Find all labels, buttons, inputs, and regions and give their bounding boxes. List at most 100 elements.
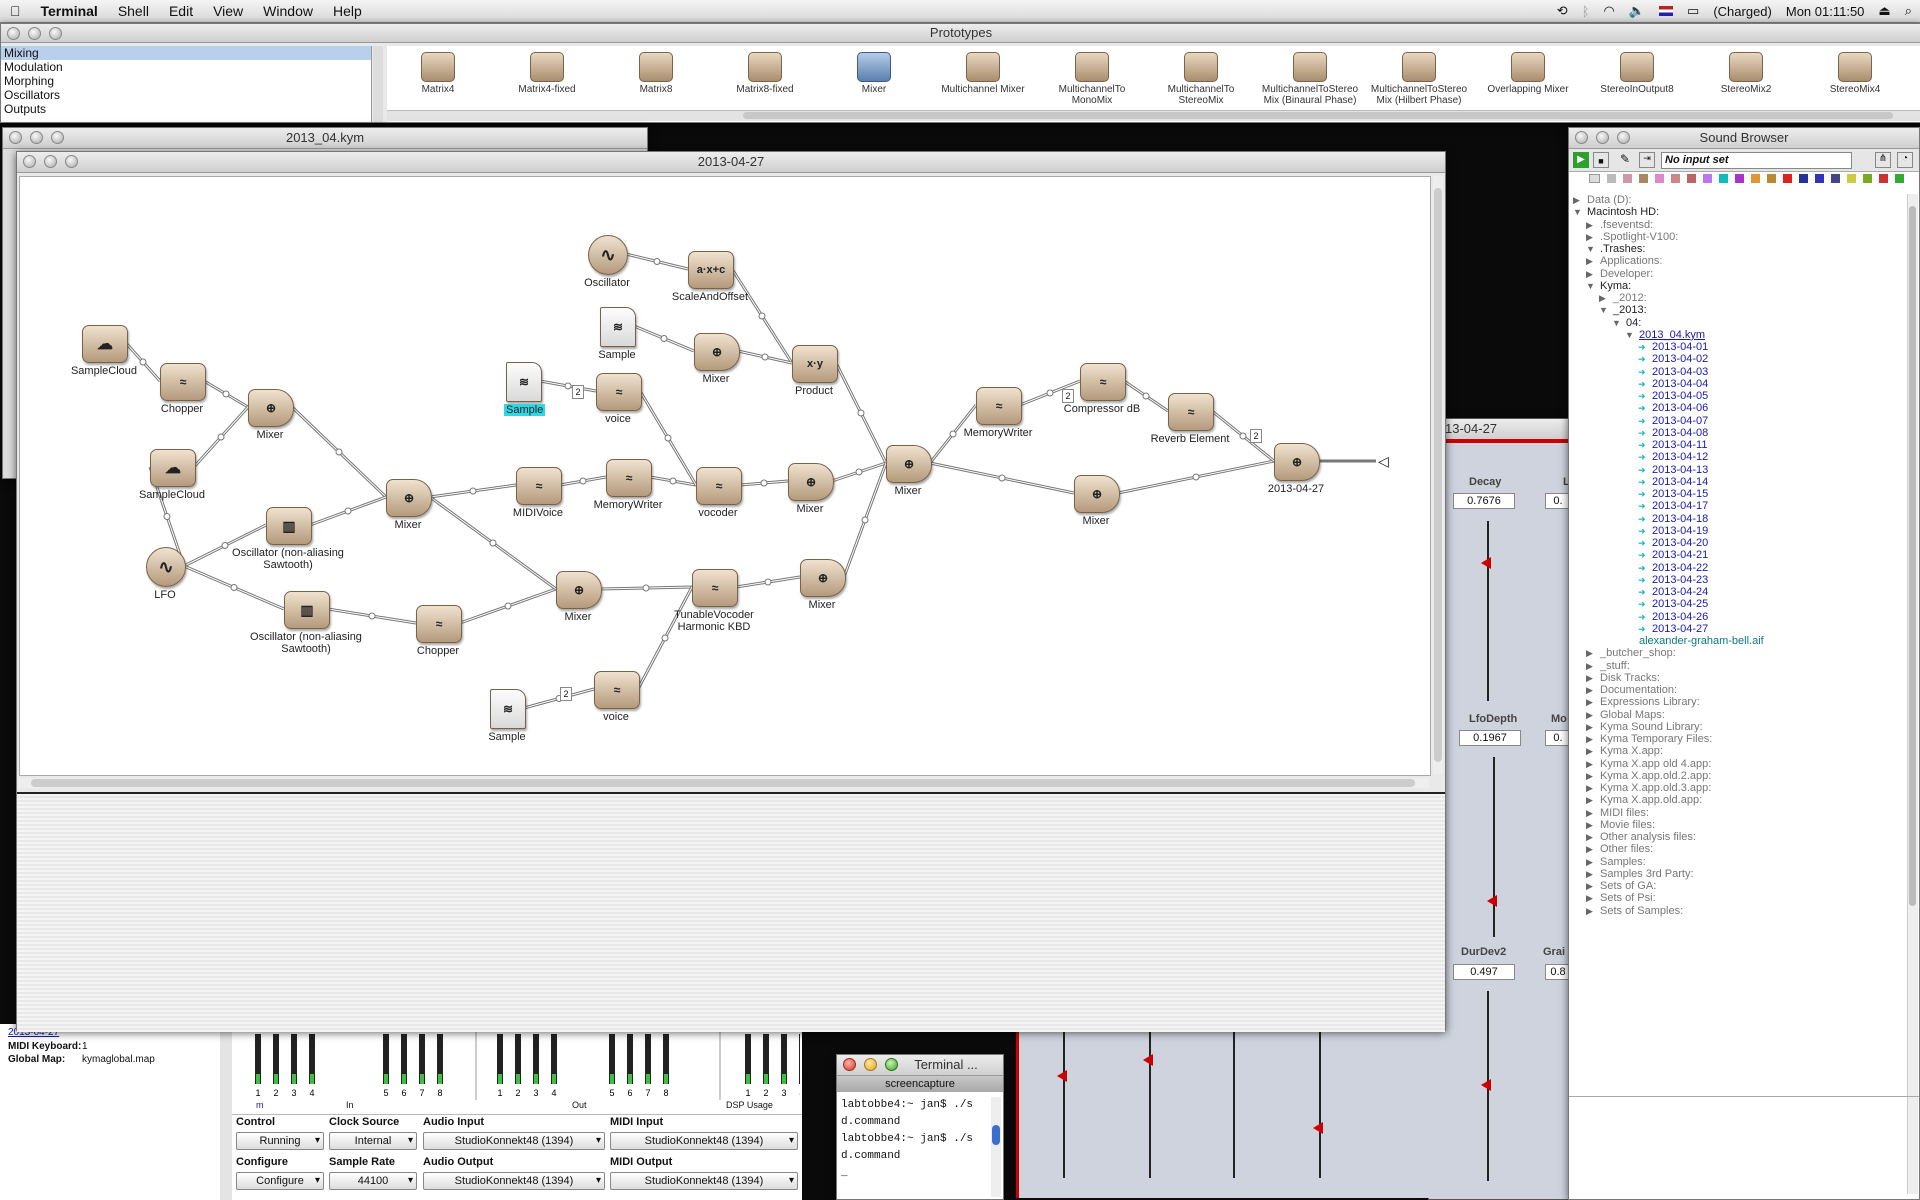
tree-item[interactable]: ▶ _2012:	[1573, 292, 1901, 304]
disclosure-triangle-icon[interactable]: ▶	[1586, 819, 1600, 831]
input-source-field[interactable]: No input set	[1661, 152, 1852, 169]
tree-item[interactable]: ▶ Samples:	[1573, 856, 1901, 868]
midi-voice-node[interactable]: ≈	[516, 467, 562, 505]
tree-item[interactable]: ➜ 2013-04-11	[1573, 439, 1901, 451]
output-mixer-node[interactable]: ⊕	[1274, 443, 1320, 481]
close-button[interactable]	[23, 155, 36, 168]
bluetooth-icon[interactable]: ᛒ	[1582, 4, 1590, 19]
proto-multichannel-to-stereomix[interactable]: MultichannelTo StereoMix	[1151, 52, 1251, 106]
minimize-button[interactable]	[1596, 131, 1609, 144]
configure-select[interactable]: Configure	[236, 1172, 324, 1190]
tree-item[interactable]: ➜ 2013-04-18	[1573, 513, 1901, 525]
tree-item[interactable]: ▶ Kyma X.app:	[1573, 745, 1901, 757]
sound-arrow-icon[interactable]: ➜	[1638, 415, 1652, 427]
sound-arrow-icon[interactable]: ➜	[1638, 525, 1652, 537]
tree-item[interactable]: ▶ Samples 3rd Party:	[1573, 868, 1901, 880]
tree-item[interactable]: ➜ 2013-04-02	[1573, 353, 1901, 365]
mixer-node[interactable]: ⊕	[1074, 475, 1120, 513]
decay-fader-track[interactable]	[1487, 521, 1489, 701]
color-swatch[interactable]	[1847, 174, 1856, 183]
color-swatch[interactable]	[1879, 174, 1888, 183]
disclosure-triangle-icon[interactable]: ▼	[1612, 317, 1626, 329]
tree-item[interactable]: ▼ _2013:	[1573, 304, 1901, 316]
sound-arrow-icon[interactable]: ➜	[1638, 366, 1652, 378]
fader-thumb[interactable]	[1143, 1054, 1153, 1066]
oscillator-node[interactable]: ▥	[266, 507, 312, 545]
tree-item[interactable]: ➜ 2013-04-19	[1573, 525, 1901, 537]
midi-output-select[interactable]: StudioKonnekt48 (1394)	[610, 1172, 798, 1190]
terminal-scroll-thumb[interactable]	[992, 1125, 1000, 1145]
tree-item[interactable]: alexander-graham-bell.aif	[1573, 635, 1901, 647]
tree-item[interactable]: ➜ 2013-04-05	[1573, 390, 1901, 402]
tree-item[interactable]: ➜ 2013-04-17	[1573, 500, 1901, 512]
tree-item[interactable]: ▶ Applications:	[1573, 255, 1901, 267]
minimize-button[interactable]	[864, 1058, 877, 1071]
menu-window[interactable]: Window	[253, 3, 323, 19]
terminal-output[interactable]: labtobbe4:~ jan$ ./s d.command labtobbe4…	[841, 1097, 987, 1182]
tree-item[interactable]: ➜ 2013-04-12	[1573, 451, 1901, 463]
disclosure-triangle-icon[interactable]: ▶	[1586, 843, 1600, 855]
disclosure-triangle-icon[interactable]: ▶	[1586, 231, 1600, 243]
proto-matrix4[interactable]: Matrix4	[388, 52, 488, 95]
wifi-icon[interactable]: ◠	[1604, 3, 1615, 19]
menu-view[interactable]: View	[203, 3, 253, 19]
memory-writer-node[interactable]: ≈	[976, 387, 1022, 425]
tree-item[interactable]: ➜ 2013-04-03	[1573, 366, 1901, 378]
tree-item[interactable]: ▶ Movie files:	[1573, 819, 1901, 831]
disclosure-triangle-icon[interactable]: ▶	[1586, 770, 1600, 782]
tree-item[interactable]: ▶ Kyma X.app.old.app:	[1573, 794, 1901, 806]
tree-item[interactable]: ➜ 2013-04-13	[1573, 464, 1901, 476]
tree-item[interactable]: ➜ 2013-04-25	[1573, 598, 1901, 610]
close-button[interactable]	[843, 1058, 856, 1071]
color-swatch[interactable]	[1671, 174, 1680, 183]
proto-matrix8[interactable]: Matrix8	[606, 52, 706, 95]
color-swatch[interactable]	[1895, 174, 1904, 183]
sound-arrow-icon[interactable]: ➜	[1638, 623, 1652, 635]
volume-icon[interactable]: 🔈	[1629, 3, 1645, 19]
mixer-node[interactable]: ⊕	[386, 479, 432, 517]
tree-item[interactable]: ▶ Global Maps:	[1573, 709, 1901, 721]
mixer-node[interactable]: ⊕	[556, 571, 602, 609]
close-button[interactable]	[1575, 131, 1588, 144]
disclosure-triangle-icon[interactable]: ▶	[1586, 696, 1600, 708]
menu-help[interactable]: Help	[323, 3, 372, 19]
durdev2-value-field[interactable]: 0.497	[1453, 964, 1515, 980]
disclosure-triangle-icon[interactable]: ▼	[1586, 243, 1600, 255]
menu-clock[interactable]: Mon 01:11:50	[1786, 4, 1865, 19]
disclosure-triangle-icon[interactable]: ▶	[1586, 831, 1600, 843]
proto-multichannel-hilbert[interactable]: MultichannelToStereo Mix (Hilbert Phase)	[1369, 52, 1469, 106]
tree-item[interactable]: ▶ _stuff:	[1573, 660, 1901, 672]
tree-item[interactable]: ▶ Data (D):	[1573, 194, 1901, 206]
graph-hscroll-thumb[interactable]	[31, 779, 1415, 787]
terminal-scrollbar[interactable]	[991, 1097, 1001, 1197]
category-mixing[interactable]: Mixing	[1, 46, 371, 60]
eject-icon[interactable]: ⏏	[1878, 3, 1890, 19]
sound-arrow-icon[interactable]: ➜	[1638, 341, 1652, 353]
control-select[interactable]: Running	[236, 1132, 324, 1150]
oscillator-node[interactable]: ▥	[284, 591, 330, 629]
disclosure-triangle-icon[interactable]: ▶	[1586, 672, 1600, 684]
disclosure-triangle-icon[interactable]: ▶	[1586, 782, 1600, 794]
proto-stereomix2[interactable]: StereoMix2	[1696, 52, 1796, 95]
stop-icon[interactable]: ■	[1593, 152, 1609, 168]
disclosure-triangle-icon[interactable]: ▶	[1586, 807, 1600, 819]
sample-node[interactable]: ≋	[506, 362, 542, 402]
tree-item[interactable]: ▶ Sets of Psi:	[1573, 892, 1901, 904]
menu-app-name[interactable]: Terminal	[31, 3, 108, 19]
proto-stereo-in-output8[interactable]: StereoInOutput8	[1587, 52, 1687, 95]
samplecloud-node[interactable]: ☁	[82, 325, 128, 363]
tree-item[interactable]: ➜ 2013-04-27	[1573, 623, 1901, 635]
tree-item[interactable]: ➜ 2013-04-26	[1573, 611, 1901, 623]
disclosure-triangle-icon[interactable]: ▼	[1599, 304, 1613, 316]
tree-item[interactable]: ▶ .Spotlight-V100:	[1573, 231, 1901, 243]
sound-arrow-icon[interactable]: ➜	[1638, 378, 1652, 390]
sample-rate-select[interactable]: 44100	[329, 1172, 417, 1190]
compressor-node[interactable]: ≈	[1080, 363, 1126, 401]
menu-shell[interactable]: Shell	[108, 3, 159, 19]
tree-item[interactable]: ▶ Kyma X.app.old.3.app:	[1573, 782, 1901, 794]
color-swatch[interactable]	[1703, 174, 1712, 183]
play-icon[interactable]: ▶	[1573, 152, 1589, 168]
tree-item[interactable]: ▶ Developer:	[1573, 268, 1901, 280]
fader-thumb[interactable]	[1313, 1122, 1323, 1134]
color-swatch[interactable]	[1655, 174, 1664, 183]
